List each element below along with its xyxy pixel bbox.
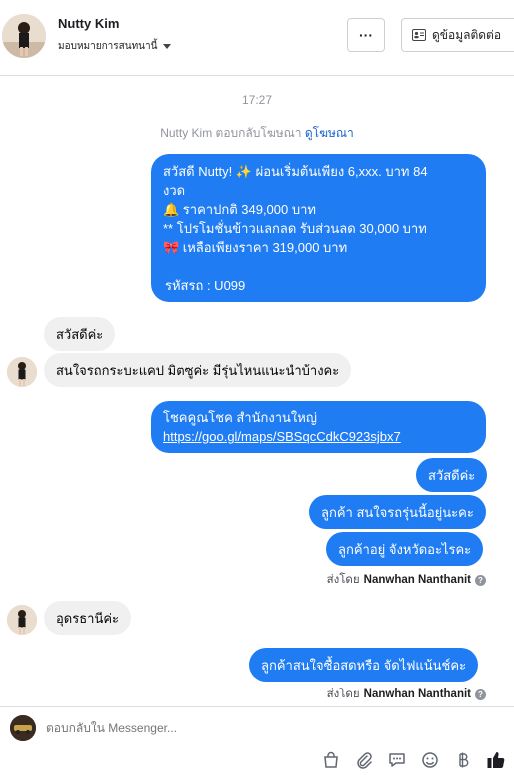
customer-message-bubble: อุดรธานีค่ะ [44,601,132,635]
assign-conversation-dropdown[interactable]: มอบหมายการสนทนานี้ [58,39,172,54]
sent-by-label: ส่งโดย [326,574,360,586]
map-link[interactable]: https://goo.gl/maps/SBSqcCdkC923sjbx7 [163,427,474,446]
view-contact-info-label: ดูข้อมูลติดต่อ [432,27,502,42]
sent-by-name: Nanwhan Nanthanit [363,574,471,586]
page-message-bubble: ลูกค้าอยู่ จังหวัดอะไรคะ [326,532,484,566]
customer-message-bubble: สนใจรถกระบะแคป มิตซูค่ะ มีรุ่นไหนแนะนำบ้… [44,353,352,387]
view-ad-link[interactable]: ดูโฆษณา [305,126,354,140]
chevron-down-icon [163,44,172,49]
showroom-message-bubble: โชคคูณโชค สำนักงานใหญ่ https://goo.gl/ma… [151,401,486,453]
reply-composer [0,706,514,776]
page-avatar [10,715,36,741]
promo-line: ** โปรโมชั่นข้าวแลกลด รับส่วนลด 30,000 บ… [163,221,427,236]
sent-by-name: Nanwhan Nanthanit [363,688,471,700]
assign-label: มอบหมายการสนทนานี้ [58,41,158,52]
page-message-bubble: ลูกค้า สนใจรถรุ่นนี้อยู่นะคะ [309,495,486,529]
like-icon[interactable] [485,749,506,770]
sent-by-note: ส่งโดย Nanwhan Nanthanit ? [327,688,486,700]
customer-avatar [7,605,37,635]
message-timestamp: 17:27 [241,93,273,107]
saved-reply-icon[interactable] [386,749,407,770]
sent-by-label: ส่งโดย [326,688,360,700]
ad-reply-note: Nutty Kim ตอบกลับโฆษณา ดูโฆษณา [0,124,514,143]
promo-line: งวด [163,183,186,198]
promo-line: 🎀 เหลือเพียงราคา 319,000 บาท [163,240,348,255]
promo-message-bubble: สวัสดี Nutty! ✨ ผ่อนเริ่มต้นเพียง 6,xxx.… [151,154,486,302]
customer-message-bubble: สวัสดีค่ะ [44,317,116,351]
more-options-button[interactable]: ··· [347,18,385,52]
page-message-bubble: ลูกค้าสนใจซื้อสดหรือ จัดไฟแน้นช์คะ [249,648,479,682]
page-message-bubble: สวัสดีค่ะ [416,458,488,492]
promo-blank-line [163,257,474,276]
question-icon[interactable]: ? [475,574,486,586]
view-contact-info-button[interactable]: ดูข้อมูลติดต่อ [401,18,514,52]
contact-card-icon [412,29,426,41]
conversation-header: Nutty Kim มอบหมายการสนทนานี้ ··· ดูข้อมู… [0,0,514,76]
attachment-icon[interactable] [353,749,374,770]
composer-toolbar [320,749,506,770]
promo-line: สวัสดี Nutty! ✨ ผ่อนเริ่มต้นเพียง 6,xxx.… [163,164,428,179]
showroom-name: โชคคูณโชค สำนักงานใหญ่ [163,410,317,425]
promo-line: 🔔 ราคาปกติ 349,000 บาท [163,202,316,217]
contact-name: Nutty Kim [58,16,120,31]
baht-icon[interactable] [452,749,473,770]
question-icon[interactable]: ? [475,688,486,700]
contact-avatar[interactable] [2,14,46,58]
message-input[interactable] [46,721,466,735]
emoji-icon[interactable] [419,749,440,770]
sent-by-note: ส่งโดย Nanwhan Nanthanit ? [327,571,486,589]
customer-avatar [7,357,37,387]
promo-line: รหัสรถ : U099 [165,278,246,293]
more-icon: ··· [359,27,373,43]
shop-icon[interactable] [320,749,341,770]
ad-reply-text: Nutty Kim ตอบกลับโฆษณา [160,126,302,140]
